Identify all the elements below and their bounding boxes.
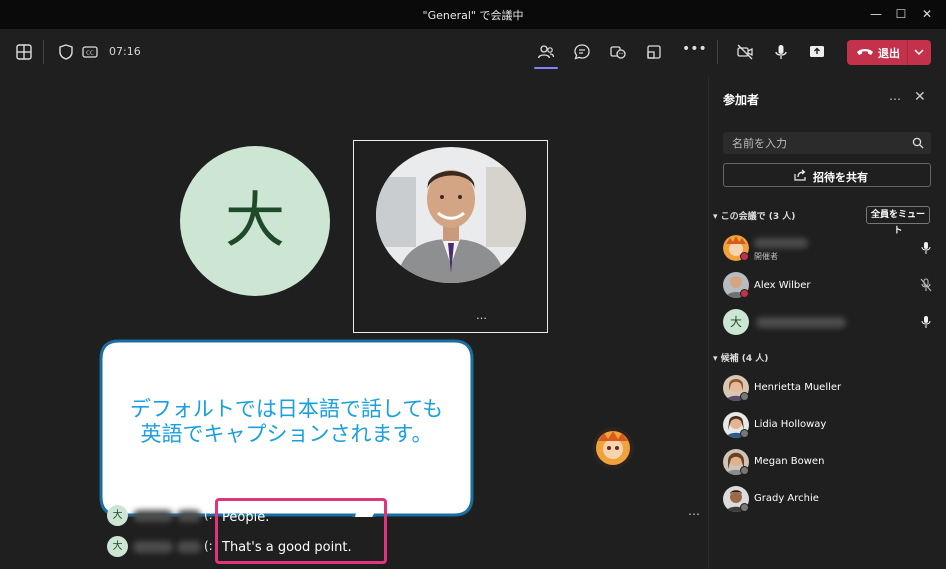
redacted-name	[133, 541, 173, 553]
meeting-toolbar: CC 07:16 ••• 退出	[0, 29, 946, 75]
shield-icon[interactable]	[56, 42, 76, 62]
leave-button[interactable]: 退出	[847, 40, 931, 65]
hang-up-icon	[857, 49, 873, 55]
redacted-name	[133, 510, 173, 522]
status-dot	[740, 289, 749, 298]
participants-icon[interactable]	[536, 42, 556, 62]
video-tile[interactable]: …	[353, 140, 548, 333]
window-title: "General" で会議中	[422, 9, 524, 22]
captions-icon[interactable]: CC	[80, 42, 100, 62]
caption-punct: (:	[204, 539, 213, 553]
in-meeting-label: この会議で (3 人)	[720, 212, 796, 222]
caption-punct: (:	[204, 508, 213, 522]
callout-line-2: 英語でキャプションされます。	[140, 422, 433, 446]
share-icon	[794, 169, 806, 181]
panel-close-button[interactable]: ✕	[914, 89, 926, 105]
participant-row[interactable]: Alex Wilber	[723, 272, 933, 302]
suggested-row[interactable]: Lidia Holloway	[723, 412, 933, 442]
teams-meeting-window: "General" で会議中 — ☐ ✕ CC 07:16 ••• 退出 大 ……	[0, 0, 946, 569]
participant-name: Megan Bowen	[754, 456, 825, 467]
panel-more-button[interactable]: …	[889, 89, 901, 103]
mute-all-button[interactable]: 全員をミュート	[866, 206, 930, 236]
caption-avatar: 大	[107, 536, 128, 557]
status-dot	[740, 429, 749, 438]
in-meeting-section[interactable]: ▾ この会議で (3 人)	[713, 209, 795, 222]
redacted-name	[756, 317, 846, 328]
panel-title: 参加者	[723, 93, 760, 107]
participant-name: Grady Archie	[754, 493, 819, 504]
meeting-stage: 大 … デフォルトでは日本語で話しても 英語でキャプションされます。 大 (: …	[0, 75, 708, 569]
participant-avatar: 大	[723, 309, 749, 335]
search-box[interactable]	[723, 132, 931, 154]
minimize-button[interactable]: —	[866, 5, 886, 23]
redacted-name	[177, 541, 201, 553]
maximize-button[interactable]: ☐	[891, 5, 911, 23]
more-actions-button[interactable]: •••	[682, 41, 707, 57]
chevron-down-icon: ▾	[713, 354, 721, 364]
meeting-timer: 07:16	[109, 45, 141, 58]
caption-highlight-box	[215, 498, 387, 564]
title-bar: "General" で会議中 — ☐ ✕	[0, 0, 946, 29]
share-invite-label: 招待を共有	[813, 171, 868, 184]
share-invite-button[interactable]: 招待を共有	[723, 163, 931, 187]
camera-off-icon[interactable]	[735, 42, 755, 62]
tile-more-icon[interactable]: …	[476, 309, 487, 322]
share-screen-icon[interactable]	[807, 42, 827, 62]
chevron-down-icon: ▾	[713, 212, 721, 222]
svg-text:CC: CC	[86, 51, 94, 57]
participant-avatar-large: 大	[180, 146, 330, 296]
chevron-down-icon[interactable]	[913, 48, 925, 57]
reaction-avatar	[592, 427, 634, 469]
participants-panel: 参加者 … ✕ 招待を共有 ▾ この会議で (3 人) 全員をミュート	[708, 75, 946, 569]
status-dot	[740, 503, 749, 512]
microphone-icon[interactable]	[771, 42, 791, 62]
suggested-section[interactable]: ▾ 候補 (4 人)	[713, 351, 768, 364]
microphone-icon[interactable]	[920, 241, 932, 255]
leave-divider	[907, 40, 908, 65]
annotation-callout: デフォルトでは日本語で話しても 英語でキャプションされます。	[99, 339, 474, 517]
caption-avatar: 大	[107, 505, 128, 526]
redacted-name	[177, 510, 201, 522]
suggested-row[interactable]: Megan Bowen	[723, 449, 933, 479]
toolbar-divider	[717, 40, 718, 64]
active-tab-indicator	[534, 67, 558, 69]
suggested-row[interactable]: Henrietta Mueller	[723, 375, 933, 405]
layout-grid-icon[interactable]	[14, 42, 34, 62]
status-dot	[740, 392, 749, 401]
redacted-name	[754, 238, 808, 248]
toolbar-divider	[43, 40, 44, 64]
status-dot	[740, 466, 749, 475]
chat-icon[interactable]	[572, 42, 592, 62]
microphone-muted-icon[interactable]	[920, 278, 932, 292]
status-dot	[740, 252, 749, 261]
reactions-icon[interactable]	[608, 42, 628, 62]
captions-more-button[interactable]: …	[688, 504, 700, 518]
participant-photo	[376, 147, 526, 283]
participant-name: Henrietta Mueller	[754, 382, 842, 393]
search-icon[interactable]	[912, 137, 924, 149]
participant-row[interactable]: 開催者	[723, 235, 933, 265]
callout-line-1: デフォルトでは日本語で話しても	[129, 397, 444, 421]
participant-row[interactable]: 大	[723, 309, 933, 339]
suggested-label: 候補 (4 人)	[720, 354, 769, 364]
suggested-row[interactable]: Grady Archie	[723, 486, 933, 516]
participant-name: Lidia Holloway	[754, 419, 827, 430]
microphone-icon[interactable]	[920, 315, 932, 329]
participant-name: Alex Wilber	[754, 280, 811, 291]
participant-search-input[interactable]	[723, 132, 907, 154]
close-window-button[interactable]: ✕	[917, 5, 937, 23]
leave-label: 退出	[878, 47, 900, 60]
participant-role: 開催者	[754, 252, 778, 261]
rooms-icon[interactable]	[644, 42, 664, 62]
